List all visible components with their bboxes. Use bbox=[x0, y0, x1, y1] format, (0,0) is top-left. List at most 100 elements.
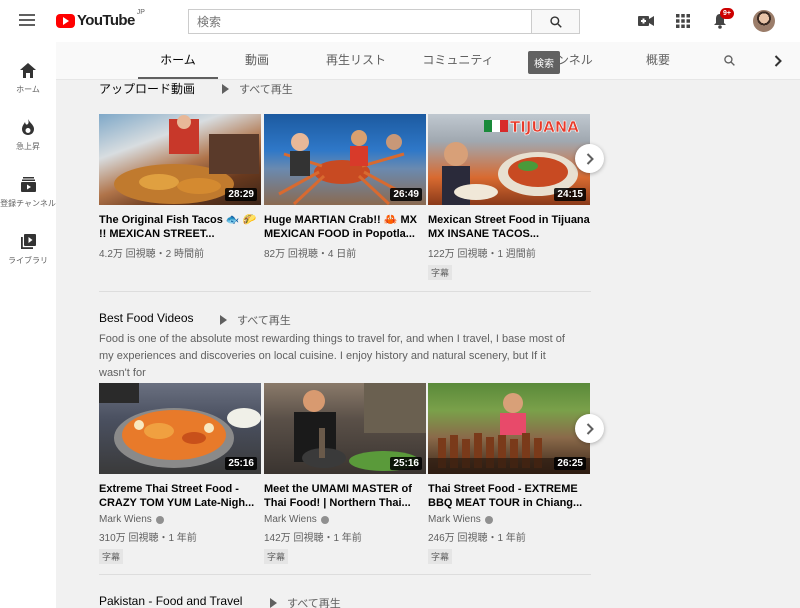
subscriptions-icon bbox=[18, 174, 38, 194]
video-duration: 28:29 bbox=[225, 188, 257, 201]
video-meta: 82万 回視聴・4 日前 bbox=[264, 249, 357, 260]
nav-item-label: 登録チャンネル bbox=[0, 199, 56, 208]
section-divider bbox=[99, 574, 591, 575]
video-title[interactable]: Huge MARTIAN Crab!! 🦀 MX MEXICAN FOOD in… bbox=[264, 213, 426, 241]
library-icon bbox=[18, 231, 38, 251]
channel-name-label: Mark Wiens bbox=[428, 514, 481, 525]
mini-guide: ホーム 急上昇 登録チャンネル ライブラリ bbox=[0, 42, 56, 608]
menu-icon[interactable] bbox=[19, 14, 35, 26]
video-title[interactable]: Extreme Thai Street Food - CRAZY TOM YUM… bbox=[99, 482, 261, 510]
chevron-right-icon bbox=[774, 55, 782, 67]
video-card: 25:16 Extreme Thai Street Food - CRAZY T… bbox=[99, 383, 261, 565]
captions-badge: 字幕 bbox=[99, 549, 124, 564]
tab-videos[interactable]: 動画 bbox=[228, 42, 286, 79]
channel-name[interactable]: Mark Wiens bbox=[99, 514, 261, 525]
video-thumbnail[interactable]: 26:25 bbox=[428, 383, 590, 474]
search-box bbox=[188, 9, 580, 34]
logo-text: YouTube bbox=[77, 12, 135, 29]
video-title[interactable]: Thai Street Food - EXTREME BBQ MEAT TOUR… bbox=[428, 482, 590, 510]
video-thumbnail[interactable]: TIJUANA 24:15 bbox=[428, 114, 590, 205]
search-button[interactable] bbox=[531, 9, 580, 34]
chevron-right-icon bbox=[586, 152, 594, 165]
captions-badge: 字幕 bbox=[264, 549, 289, 564]
section-title: アップロード動画 bbox=[99, 82, 196, 96]
tab-playlists[interactable]: 再生リスト bbox=[311, 42, 401, 79]
video-duration: 24:15 bbox=[554, 188, 586, 201]
video-card: 26:49 Huge MARTIAN Crab!! 🦀 MX MEXICAN F… bbox=[264, 114, 426, 260]
video-title[interactable]: Mexican Street Food in Tijuana MX INSANE… bbox=[428, 213, 590, 241]
video-camera-icon bbox=[638, 16, 654, 26]
video-card: TIJUANA 24:15 Mexican Street Food in Tij… bbox=[428, 114, 590, 281]
nav-item-label: 急上昇 bbox=[16, 142, 40, 151]
play-icon bbox=[222, 84, 229, 94]
channel-home-content: アップロード動画 すべて再生 28:29 The Original Fish T… bbox=[56, 80, 800, 608]
nav-item-subscriptions[interactable]: 登録チャンネル bbox=[0, 174, 56, 209]
verified-check-icon bbox=[320, 515, 329, 524]
video-card: 26:25 Thai Street Food - EXTREME BBQ MEA… bbox=[428, 383, 590, 565]
section-title: Best Food Videos bbox=[99, 311, 194, 325]
nav-item-library[interactable]: ライブラリ bbox=[0, 231, 56, 266]
play-all-button[interactable]: すべて再生 bbox=[220, 312, 291, 328]
video-meta: 246万 回視聴・1 年前 bbox=[428, 533, 526, 544]
video-card: 25:16 Meet the UMAMI MASTER of Thai Food… bbox=[264, 383, 426, 565]
video-thumbnail[interactable]: 25:16 bbox=[264, 383, 426, 474]
logo-region: JP bbox=[136, 9, 145, 16]
shelf-next-button[interactable] bbox=[575, 144, 604, 173]
youtube-play-icon bbox=[56, 13, 75, 28]
tab-about[interactable]: 概要 bbox=[634, 42, 682, 79]
verified-check-icon bbox=[484, 515, 493, 524]
video-meta: 4.2万 回視聴・2 時間前 bbox=[99, 249, 205, 260]
video-meta: 142万 回視聴・1 年前 bbox=[264, 533, 362, 544]
video-title[interactable]: The Original Fish Tacos 🐟 🌮 !! MEXICAN S… bbox=[99, 213, 261, 241]
channel-search-button[interactable] bbox=[716, 42, 742, 79]
section-description: Food is one of the absolute most rewardi… bbox=[99, 333, 565, 379]
channel-name-label: Mark Wiens bbox=[264, 514, 317, 525]
video-duration: 25:16 bbox=[390, 457, 422, 470]
masthead: YouTube JP 9+ bbox=[0, 0, 800, 42]
tabs-next-button[interactable] bbox=[768, 42, 788, 79]
apps-button[interactable] bbox=[673, 11, 693, 31]
tab-home[interactable]: ホーム bbox=[138, 42, 218, 79]
nav-item-label: ライブラリ bbox=[8, 256, 48, 265]
chevron-right-icon bbox=[586, 422, 594, 435]
home-icon bbox=[18, 60, 38, 80]
video-card: 28:29 The Original Fish Tacos 🐟 🌮 !! MEX… bbox=[99, 114, 261, 260]
play-all-button[interactable]: すべて再生 bbox=[270, 595, 341, 608]
video-thumbnail[interactable]: 25:16 bbox=[99, 383, 261, 474]
notification-count-badge: 9+ bbox=[720, 8, 734, 19]
apps-grid-icon bbox=[676, 14, 690, 28]
notifications-button[interactable]: 9+ bbox=[710, 8, 734, 31]
video-thumbnail[interactable]: 26:49 bbox=[264, 114, 426, 205]
video-thumbnail[interactable]: 28:29 bbox=[99, 114, 261, 205]
video-duration: 25:16 bbox=[225, 457, 257, 470]
channel-name[interactable]: Mark Wiens bbox=[264, 514, 426, 525]
tab-community[interactable]: コミュニティ bbox=[413, 42, 503, 79]
fire-icon bbox=[18, 117, 38, 137]
channel-name[interactable]: Mark Wiens bbox=[428, 514, 590, 525]
play-all-button[interactable]: すべて再生 bbox=[222, 81, 293, 97]
create-video-button[interactable] bbox=[636, 11, 656, 31]
nav-item-label: ホーム bbox=[16, 85, 40, 94]
captions-badge: 字幕 bbox=[428, 265, 453, 280]
account-avatar[interactable] bbox=[753, 10, 775, 32]
section-divider bbox=[99, 291, 591, 292]
captions-badge: 字幕 bbox=[428, 549, 453, 564]
search-icon bbox=[549, 15, 562, 28]
search-icon bbox=[723, 55, 735, 67]
video-duration: 26:25 bbox=[554, 457, 586, 470]
channel-name-label: Mark Wiens bbox=[99, 514, 152, 525]
nav-item-home[interactable]: ホーム bbox=[0, 60, 56, 95]
play-icon bbox=[270, 598, 277, 608]
video-title[interactable]: Meet the UMAMI MASTER of Thai Food! | No… bbox=[264, 482, 426, 510]
nav-item-trending[interactable]: 急上昇 bbox=[0, 117, 56, 152]
shelf-next-button[interactable] bbox=[575, 414, 604, 443]
svg-text:TIJUANA: TIJUANA bbox=[510, 118, 579, 136]
play-icon bbox=[220, 315, 227, 325]
search-input[interactable] bbox=[188, 9, 531, 34]
play-all-label: すべて再生 bbox=[239, 84, 293, 96]
youtube-logo[interactable]: YouTube JP bbox=[56, 9, 145, 29]
play-all-label: すべて再生 bbox=[237, 315, 291, 327]
channel-tabs: ホーム 動画 再生リスト コミュニティ チャンネル 概要 bbox=[56, 42, 800, 80]
video-meta: 122万 回視聴・1 週間前 bbox=[428, 249, 536, 260]
play-all-label: すべて再生 bbox=[287, 598, 341, 608]
